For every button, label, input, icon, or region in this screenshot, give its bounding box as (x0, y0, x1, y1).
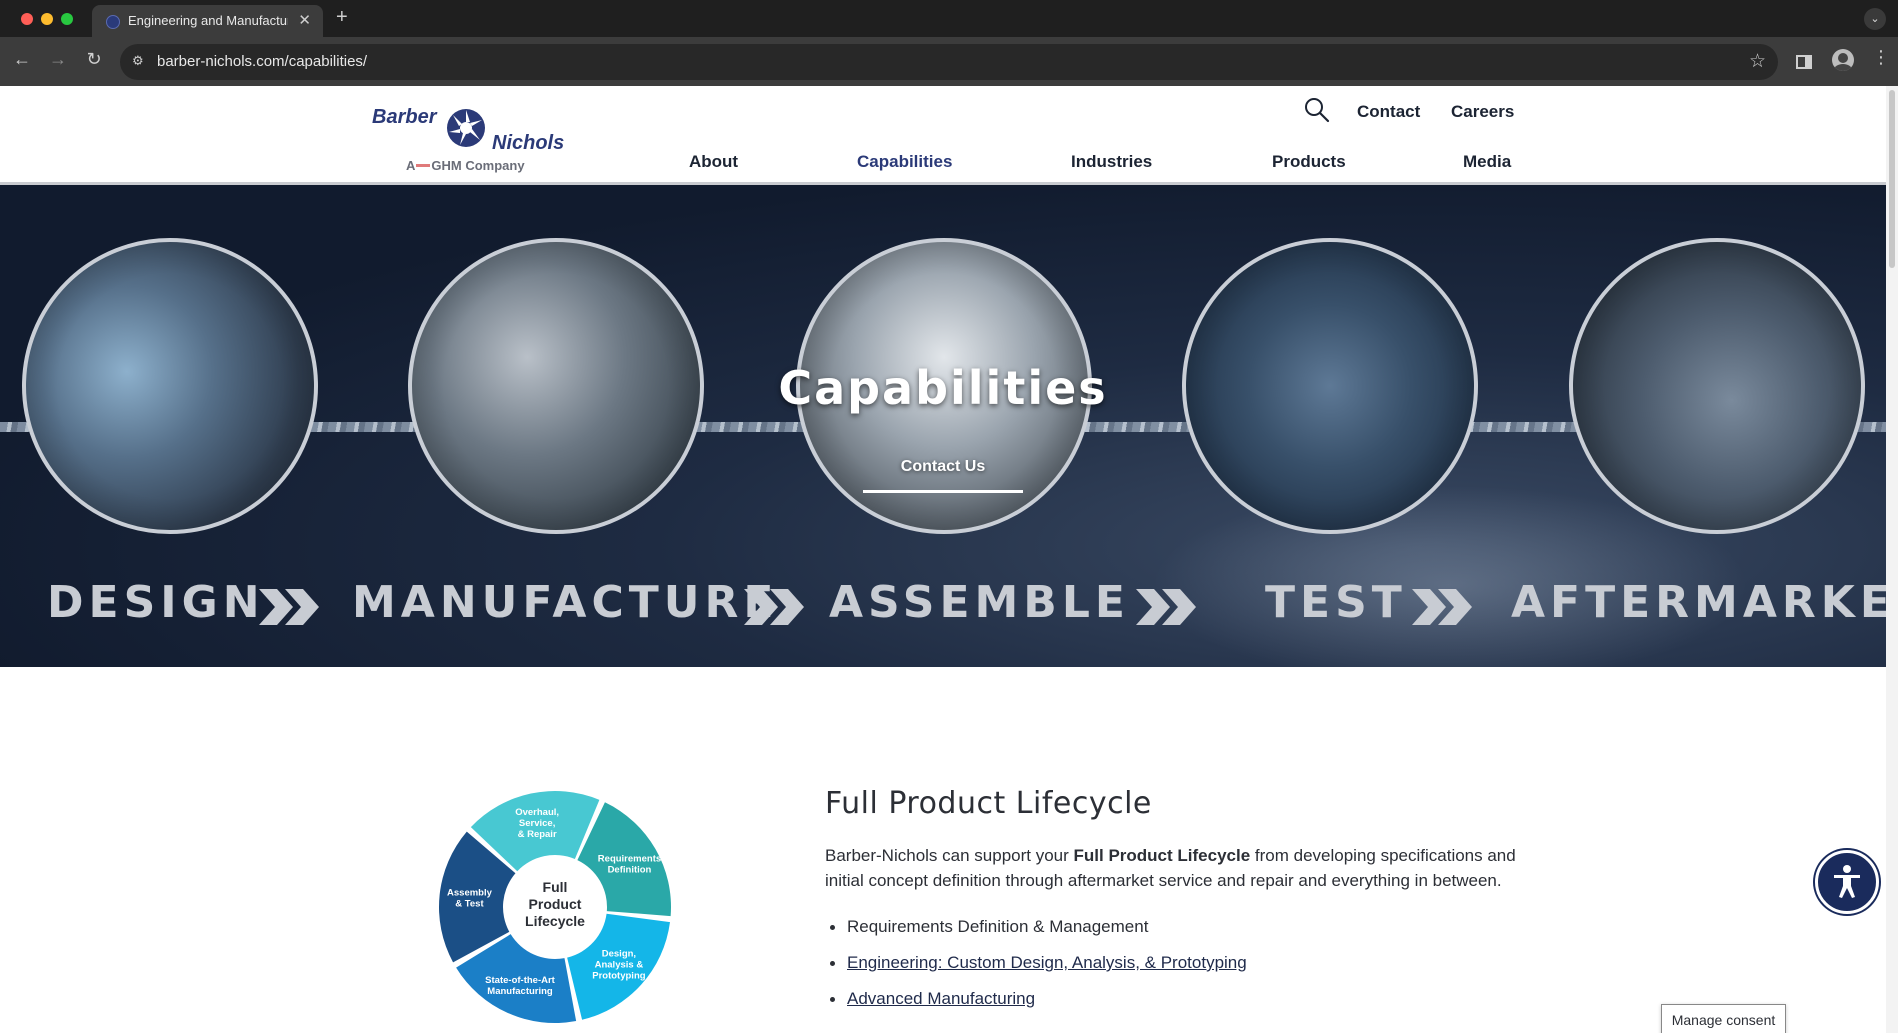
site-header: Barber Nichols A GHM Company Contact Care… (0, 86, 1886, 185)
favicon-icon (106, 15, 120, 29)
intro-part1: Barber-Nichols can support your (825, 846, 1074, 865)
lifecycle-segment-label: Definition (608, 865, 652, 876)
list-item: Requirements Definition & Management (825, 909, 1525, 945)
capabilities-list: Requirements Definition & Management Eng… (825, 909, 1525, 1017)
profile-avatar-icon[interactable] (1832, 49, 1854, 71)
accessibility-button[interactable] (1815, 850, 1879, 914)
window-zoom-button[interactable] (61, 13, 73, 25)
nav-capabilities[interactable]: Capabilities (857, 152, 952, 172)
browser-toolbar: ← → ↻ ⚙ barber-nichols.com/capabilities/… (0, 37, 1898, 86)
lifecycle-segment-label: Manufacturing (487, 986, 553, 997)
lifecycle-center-line1: Full (543, 879, 568, 895)
lifecycle-segment-label: State-of-the-Art (485, 975, 555, 986)
engineering-link[interactable]: Engineering: Custom Design, Analysis, & … (847, 953, 1247, 972)
advanced-manufacturing-link[interactable]: Advanced Manufacturing (847, 989, 1035, 1008)
lifecycle-segment-label: Assembly (447, 888, 493, 899)
contact-us-button[interactable]: Contact Us (863, 453, 1023, 493)
step-manufacture: MANUFACTURE (352, 577, 779, 628)
new-tab-button[interactable]: + (336, 6, 348, 29)
double-chevron-icon (1136, 589, 1196, 625)
hero-title: Capabilities (778, 361, 1108, 415)
bookmark-star-icon[interactable]: ☆ (1749, 50, 1766, 73)
page-scrollbar[interactable] (1886, 86, 1898, 1033)
section-heading: Full Product Lifecycle (825, 786, 1152, 821)
window-close-button[interactable] (21, 13, 33, 25)
header-careers-link[interactable]: Careers (1451, 102, 1514, 122)
nav-industries[interactable]: Industries (1071, 152, 1152, 172)
nav-about[interactable]: About (689, 152, 738, 172)
ghm-mark-icon (416, 164, 431, 168)
page-viewport: Barber Nichols A GHM Company Contact Care… (0, 86, 1898, 1033)
lifecycle-segment-label: Requirements (598, 854, 661, 865)
scrollbar-thumb[interactable] (1889, 90, 1895, 268)
lifecycle-content: Full Product Lifecycle Barber-Nichols ca… (825, 786, 1525, 1017)
double-chevron-icon (259, 589, 319, 625)
url-text: barber-nichols.com/capabilities/ (157, 53, 368, 70)
manage-consent-button[interactable]: Manage consent (1661, 1004, 1786, 1033)
lifecycle-center-line3: Lifecycle (525, 913, 585, 929)
browser-menu-icon[interactable]: ⋮ (1872, 47, 1890, 68)
back-arrow-icon[interactable]: ← (10, 49, 34, 70)
aperture-logo-icon (447, 109, 485, 147)
lifecycle-segment-label: & Repair (518, 829, 557, 840)
logo-word-nichols: Nichols (492, 132, 565, 154)
nav-media[interactable]: Media (1463, 152, 1511, 172)
tab-search-chevron-icon[interactable]: ⌄ (1864, 8, 1886, 30)
lifecycle-segment-label: Overhaul, (515, 807, 559, 818)
logo-tagline-prefix: A (406, 158, 416, 173)
list-item: Engineering: Custom Design, Analysis, & … (825, 945, 1525, 981)
forward-arrow-icon[interactable]: → (46, 49, 70, 70)
logo-word-barber: Barber (372, 106, 437, 128)
step-aftermarket: AFTERMARKET (1511, 577, 1886, 628)
tab-title: Engineering and Manufacturing (128, 13, 288, 28)
double-chevron-icon (744, 589, 804, 625)
window-minimize-button[interactable] (41, 13, 53, 25)
site-info-icon[interactable]: ⚙ (132, 53, 144, 69)
section-intro: Barber-Nichols can support your Full Pro… (825, 843, 1525, 893)
lifecycle-segment-label: & Test (455, 899, 484, 910)
step-assemble: ASSEMBLE (829, 577, 1130, 628)
step-test: TEST (1265, 577, 1407, 628)
browser-tab[interactable]: Engineering and Manufacturing ✕ (92, 5, 323, 37)
step-design: DESIGN (47, 577, 265, 628)
barber-nichols-logo[interactable]: Barber Nichols A GHM Company (372, 96, 572, 173)
tab-close-icon[interactable]: ✕ (298, 11, 311, 29)
lifecycle-segment-label: Design, (602, 949, 636, 960)
address-bar[interactable]: ⚙ barber-nichols.com/capabilities/ ☆ (120, 44, 1778, 80)
lifecycle-center-line2: Product (529, 896, 582, 912)
list-item: Advanced Manufacturing (825, 981, 1525, 1017)
lifecycle-segment-label: Analysis & (595, 960, 644, 971)
lifecycle-segment-label: Prototyping (592, 971, 645, 982)
side-panel-icon[interactable] (1796, 55, 1812, 69)
hero-banner: Capabilities Contact Us DESIGN MANUFACTU… (0, 185, 1886, 667)
logo-tagline-suffix: GHM Company (431, 158, 525, 173)
header-contact-link[interactable]: Contact (1357, 102, 1420, 122)
intro-bold: Full Product Lifecycle (1073, 846, 1251, 865)
logo-tagline: A GHM Company (406, 158, 525, 173)
double-chevron-icon (1412, 589, 1472, 625)
lifecycle-diagram: Full Product Lifecycle RequirementsDefin… (439, 791, 671, 1023)
accessibility-person-icon (1834, 865, 1860, 898)
nav-products[interactable]: Products (1272, 152, 1346, 172)
search-icon[interactable] (1304, 97, 1330, 123)
requirements-text: Requirements Definition & Management (847, 917, 1149, 936)
reload-icon[interactable]: ↻ (82, 49, 106, 70)
lifecycle-segment-label: Service, (519, 818, 555, 829)
browser-tab-strip: Engineering and Manufacturing ✕ + ⌄ (0, 0, 1898, 37)
